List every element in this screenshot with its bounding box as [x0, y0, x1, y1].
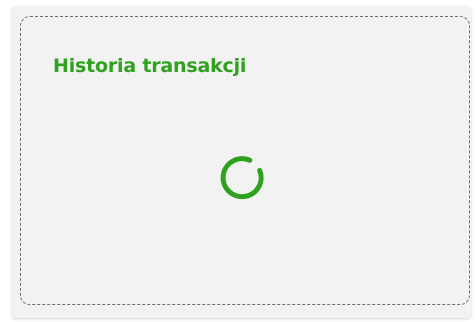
spinner-arc — [220, 156, 264, 200]
loading-spinner-icon — [220, 156, 264, 200]
card-title: Historia transakcji — [53, 55, 247, 77]
